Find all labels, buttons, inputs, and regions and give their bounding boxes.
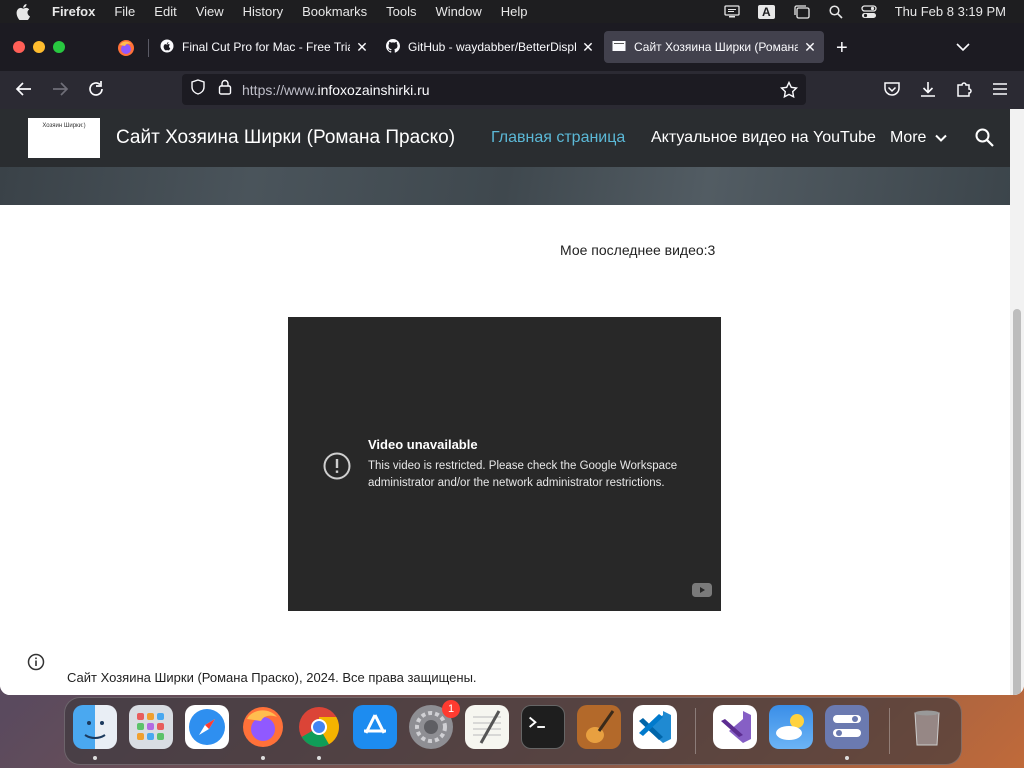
running-indicator [93, 756, 97, 760]
running-indicator [317, 756, 321, 760]
bookmark-star-icon[interactable] [779, 80, 799, 104]
apple-icon [160, 39, 174, 56]
display-icon[interactable] [724, 4, 740, 19]
dock-separator [889, 708, 890, 754]
weather-icon[interactable] [769, 705, 813, 749]
control-center-app-icon[interactable] [825, 705, 869, 749]
site-logo[interactable]: Хозяин Ширки:) [28, 118, 100, 158]
firefox-view-icon[interactable] [117, 39, 135, 62]
url-domain: infoxozainshirki.ru [317, 81, 430, 98]
site-title[interactable]: Сайт Хозяина Ширки (Романа Праско) [116, 127, 455, 149]
hero-banner [0, 167, 1010, 205]
hamburger-menu-icon[interactable] [991, 80, 1009, 103]
youtube-logo-icon[interactable] [692, 583, 712, 602]
menu-help[interactable]: Help [501, 4, 528, 19]
tab-title: Final Cut Pro for Mac - Free Trial [182, 40, 350, 54]
window-minimize-button[interactable] [33, 41, 45, 53]
running-indicator [261, 756, 265, 760]
macos-menubar: Firefox File Edit View History Bookmarks… [0, 0, 1024, 23]
lock-icon[interactable] [218, 79, 232, 100]
url-prefix: https://www. [242, 81, 318, 98]
menu-view[interactable]: View [196, 4, 224, 19]
reload-icon[interactable] [87, 80, 105, 103]
scrollbar-thumb[interactable] [1013, 309, 1021, 695]
spotlight-search-icon[interactable] [829, 4, 843, 19]
tab-active-site[interactable]: Сайт Хозяина Ширки (Романа Праско) ✕ [604, 31, 824, 63]
notification-badge: 1 [442, 700, 460, 718]
garageband-icon[interactable] [577, 705, 621, 749]
menu-edit[interactable]: Edit [154, 4, 176, 19]
tab-list-chevron-icon[interactable] [956, 39, 970, 57]
running-indicator [845, 756, 849, 760]
forward-arrow-icon[interactable] [51, 80, 69, 103]
firefox-window: Final Cut Pro for Mac - Free Trial ✕ Git… [0, 23, 1024, 695]
new-tab-button[interactable]: + [836, 37, 848, 60]
input-source-icon[interactable]: A [758, 4, 775, 19]
menu-history[interactable]: History [243, 4, 283, 19]
extensions-puzzle-icon[interactable] [955, 80, 973, 103]
tab-github[interactable]: GitHub - waydabber/BetterDisplay ✕ [386, 31, 596, 63]
stage-manager-icon[interactable] [793, 4, 811, 19]
web-page-content: Хозяин Ширки:) Сайт Хозяина Ширки (Роман… [0, 109, 1010, 695]
nav-toolbar: https://www.infoxozainshirki.ru [0, 71, 1024, 109]
vscode-icon[interactable] [633, 705, 677, 749]
nav-more-label: More [890, 129, 927, 146]
alert-circle-icon [322, 451, 352, 486]
window-close-button[interactable] [13, 41, 25, 53]
tab-close-icon[interactable]: ✕ [802, 39, 818, 56]
textedit-icon[interactable] [465, 705, 509, 749]
menu-app-firefox[interactable]: Firefox [52, 4, 95, 19]
menubar-clock[interactable]: Thu Feb 8 3:19 PM [895, 4, 1006, 19]
video-error-title: Video unavailable [368, 437, 478, 452]
tab-separator [148, 39, 149, 57]
info-circle-icon[interactable] [27, 653, 45, 676]
control-center-icon[interactable] [861, 4, 877, 19]
video-error-message: This video is restricted. Please check t… [368, 460, 678, 489]
site-header: Хозяин Ширки:) Сайт Хозяина Ширки (Роман… [0, 109, 1010, 167]
tab-final-cut[interactable]: Final Cut Pro for Mac - Free Trial ✕ [160, 31, 374, 63]
nav-more-dropdown[interactable]: More [890, 129, 947, 147]
safari-icon[interactable] [185, 705, 229, 749]
downloads-icon[interactable] [919, 80, 937, 103]
site-footer-copyright: Сайт Хозяина Ширки (Романа Праско), 2024… [67, 670, 477, 685]
menu-file[interactable]: File [114, 4, 135, 19]
terminal-icon[interactable] [521, 705, 565, 749]
macos-dock: 1 [64, 697, 962, 765]
tracking-protection-shield-icon[interactable] [190, 79, 206, 100]
trash-icon[interactable] [905, 705, 949, 749]
back-arrow-icon[interactable] [15, 80, 33, 103]
page-icon [612, 40, 626, 55]
launchpad-icon[interactable] [129, 705, 173, 749]
finder-icon[interactable] [73, 705, 117, 749]
tab-title: Сайт Хозяина Ширки (Романа Праско) [634, 40, 798, 54]
chrome-icon[interactable] [297, 705, 341, 749]
pocket-icon[interactable] [883, 80, 901, 103]
github-icon [386, 38, 400, 56]
nav-link-youtube-videos[interactable]: Актуальное видео на YouTube [651, 129, 876, 147]
tab-bar: Final Cut Pro for Mac - Free Trial ✕ Git… [0, 23, 1024, 71]
visual-studio-icon[interactable] [713, 705, 757, 749]
app-store-icon[interactable] [353, 705, 397, 749]
menu-window[interactable]: Window [436, 4, 482, 19]
site-logo-text: Хозяин Ширки:) [42, 123, 86, 129]
tab-close-icon[interactable]: ✕ [580, 39, 596, 56]
site-search-icon[interactable] [975, 128, 994, 152]
embedded-video-player[interactable]: Video unavailable This video is restrict… [288, 317, 721, 611]
nav-link-home[interactable]: Главная страница [491, 129, 625, 147]
address-bar[interactable]: https://www.infoxozainshirki.ru [182, 74, 806, 105]
firefox-dock-icon[interactable] [241, 705, 285, 749]
apple-menu-icon[interactable] [16, 3, 38, 20]
window-maximize-button[interactable] [53, 41, 65, 53]
menu-bookmarks[interactable]: Bookmarks [302, 4, 367, 19]
latest-video-label: Мое последнее видео:3 [560, 242, 716, 258]
tab-close-icon[interactable]: ✕ [354, 39, 370, 56]
url-text[interactable]: https://www.infoxozainshirki.ru [242, 82, 430, 98]
menu-tools[interactable]: Tools [386, 4, 416, 19]
input-source-label: A [758, 4, 775, 19]
dock-separator [695, 708, 696, 754]
chevron-down-icon [935, 129, 947, 147]
tab-title: GitHub - waydabber/BetterDisplay [408, 40, 576, 54]
